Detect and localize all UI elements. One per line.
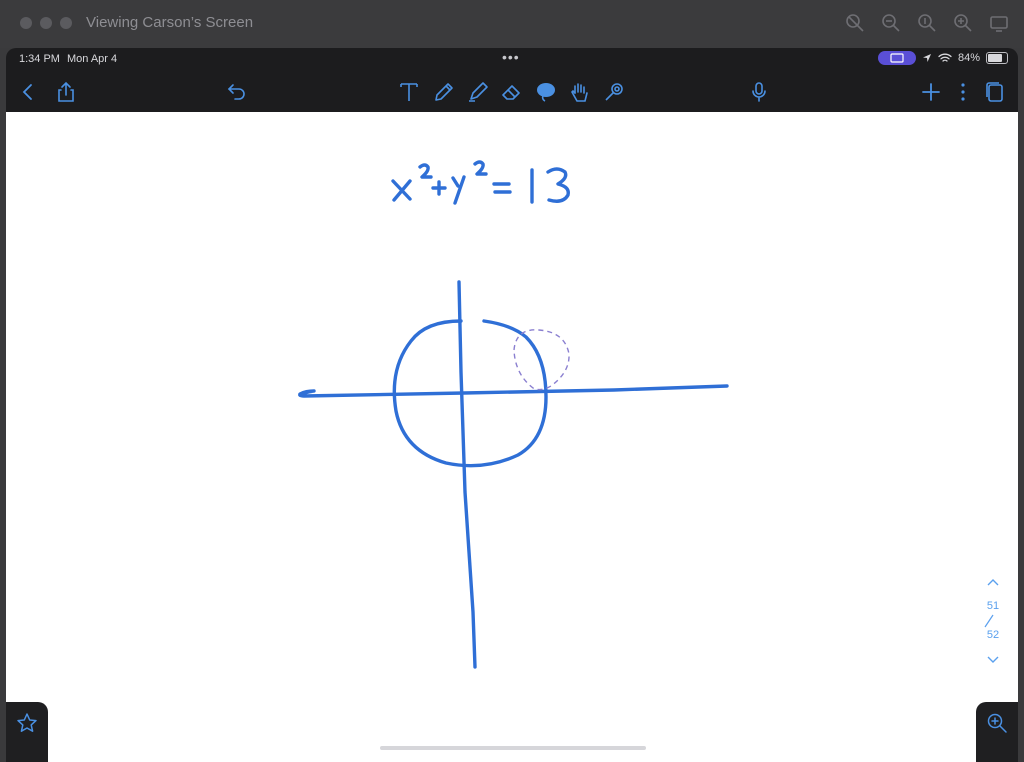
pen-tool-icon[interactable] [432, 80, 456, 104]
zoom-out-icon[interactable] [880, 12, 902, 34]
page-separator-icon [984, 614, 994, 628]
page-navigator: 51 52 [982, 576, 1004, 666]
window-title: Viewing Carson’s Screen [86, 14, 254, 31]
zoom-actual-icon[interactable] [916, 12, 938, 34]
ipad-screen: 1:34 PM Mon Apr 4 ••• 84% 51 52 [6, 48, 1018, 762]
current-page: 51 [986, 600, 1000, 612]
lasso-tool-icon[interactable] [534, 80, 558, 104]
add-icon[interactable] [919, 80, 943, 104]
mac-zoom-tools [844, 12, 1010, 34]
status-time: 1:34 PM [19, 53, 60, 65]
page-up-icon[interactable] [986, 576, 1000, 590]
screen-share-icon [890, 53, 904, 63]
status-right: 84% [877, 51, 1008, 65]
location-icon [922, 54, 931, 62]
laser-pointer-icon[interactable] [602, 80, 626, 104]
text-tool-icon[interactable] [397, 80, 421, 104]
undo-icon[interactable] [225, 80, 249, 104]
minimize-window-button[interactable] [40, 17, 52, 29]
hand-tool-icon[interactable] [568, 80, 592, 104]
zoom-in-icon[interactable] [952, 12, 974, 34]
home-indicator[interactable] [380, 746, 646, 750]
eraser-tool-icon[interactable] [500, 80, 524, 104]
y-axis-ink [457, 280, 477, 669]
page-down-icon[interactable] [986, 652, 1000, 666]
zoom-window-button[interactable] [60, 17, 72, 29]
screen-options-icon[interactable] [988, 12, 1010, 34]
star-icon[interactable] [16, 712, 38, 734]
more-icon[interactable] [951, 80, 975, 104]
back-icon[interactable] [16, 80, 40, 104]
zoom-fit-icon[interactable] [844, 12, 866, 34]
status-date: Mon Apr 4 [67, 53, 118, 65]
share-icon[interactable] [54, 80, 78, 104]
wifi-icon [938, 53, 952, 62]
multitasking-dots-icon[interactable]: ••• [502, 49, 520, 65]
battery-icon [986, 52, 1008, 64]
total-pages: 52 [986, 629, 1000, 641]
x-axis-ink [298, 384, 729, 398]
close-window-button[interactable] [20, 17, 32, 29]
zoom-icon[interactable] [986, 712, 1008, 734]
favorites-corner[interactable] [6, 702, 48, 762]
pages-icon[interactable] [983, 80, 1007, 104]
toolbar [6, 70, 1018, 112]
equation-ink [391, 160, 570, 205]
screen-sharing-pill[interactable] [877, 51, 916, 65]
mac-titlebar: Viewing Carson’s Screen [0, 0, 1024, 48]
battery-percent: 84% [957, 52, 980, 64]
zoom-corner[interactable] [976, 702, 1018, 762]
handwriting-layer [298, 160, 729, 669]
note-canvas[interactable]: 51 52 [6, 112, 1018, 762]
highlighter-tool-icon[interactable] [466, 80, 490, 104]
status-bar: 1:34 PM Mon Apr 4 ••• 84% [6, 48, 1018, 70]
microphone-icon[interactable] [747, 80, 771, 104]
